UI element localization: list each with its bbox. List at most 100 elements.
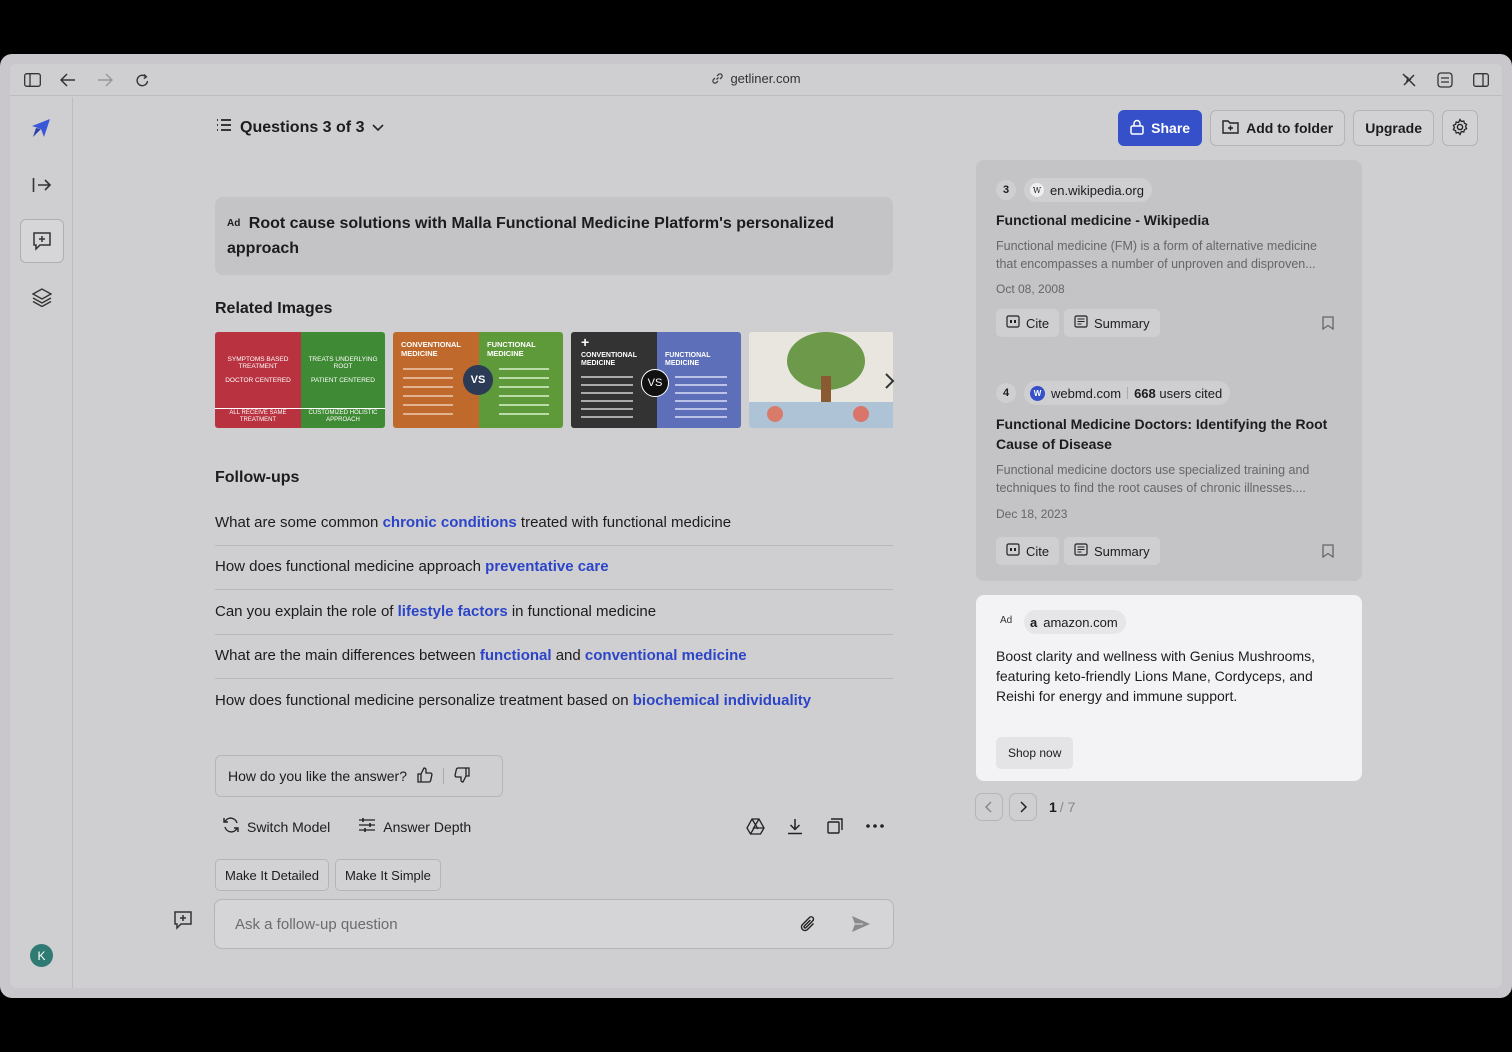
related-images-title: Related Images <box>215 300 333 317</box>
followup-text: in functional medicine <box>507 603 657 620</box>
questions-label: Questions 3 of 3 <box>240 118 365 136</box>
followup-item[interactable]: How does functional medicine personalize… <box>215 691 893 711</box>
cite-button[interactable]: Cite <box>996 537 1060 565</box>
divider <box>443 768 444 784</box>
make-detailed-button[interactable]: Make It Detailed <box>215 859 329 891</box>
followup-keyword: lifestyle factors <box>397 603 508 620</box>
split-view-icon[interactable] <box>1471 70 1491 90</box>
prev-page-button[interactable] <box>975 793 1003 821</box>
questions-dropdown[interactable]: Questions 3 of 3 <box>216 118 385 137</box>
followup-item[interactable]: Can you explain the role of lifestyle fa… <box>215 602 893 622</box>
layers-icon[interactable] <box>20 275 64 319</box>
followup-item[interactable]: How does functional medicine approach pr… <box>215 557 893 577</box>
upgrade-button[interactable]: Upgrade <box>1353 110 1434 146</box>
source-pager: 1 / 7 <box>975 793 1075 821</box>
copy-icon[interactable] <box>825 816 845 836</box>
thumbs-up-icon[interactable] <box>417 766 433 786</box>
ask-placeholder: Ask a follow-up question <box>235 915 398 933</box>
download-icon[interactable] <box>785 816 805 836</box>
followup-text: treated with functional medicine <box>516 514 732 531</box>
cite-label: Cite <box>1026 315 1050 331</box>
image-text: FUNCTIONAL MEDICINE <box>487 340 536 358</box>
wikipedia-favicon-icon: W <box>1030 183 1044 197</box>
browser-toolbar: getliner.com <box>10 64 1502 96</box>
gear-icon <box>1451 117 1469 139</box>
related-image[interactable]: + CONVENTIONAL MEDICINE FUNCTIONAL MEDIC… <box>571 332 741 428</box>
followup-text: Can you explain the role of <box>215 603 398 620</box>
related-image[interactable]: CONVENTIONAL MEDICINE FUNCTIONAL MEDICIN… <box>393 332 563 428</box>
source-title[interactable]: Functional Medicine Doctors: Identifying… <box>996 414 1336 454</box>
new-thread-icon[interactable] <box>20 219 64 263</box>
paperclip-icon[interactable] <box>800 915 816 937</box>
send-icon[interactable] <box>851 915 871 937</box>
summary-label: Summary <box>1094 315 1150 331</box>
extension-liner-icon[interactable] <box>1399 70 1419 90</box>
image-text: ALL RECEIVE SAME TREATMENT <box>229 410 287 423</box>
summary-button[interactable]: Summary <box>1064 537 1160 565</box>
followup-keyword: conventional medicine <box>584 647 747 664</box>
image-text: DOCTOR CENTERED <box>225 377 291 384</box>
followup-text: and <box>551 647 585 664</box>
answer-tools: Switch Model Answer Depth <box>222 816 471 837</box>
drive-upload-icon[interactable] <box>745 816 765 836</box>
share-button[interactable]: Share <box>1118 110 1203 146</box>
ad-domain[interactable]: a amazon.com <box>1024 610 1126 634</box>
shop-now-button[interactable]: Shop now <box>996 737 1074 769</box>
address-bar[interactable]: getliner.com <box>10 71 1502 88</box>
sliders-icon <box>358 817 376 836</box>
refresh-icon <box>222 816 240 837</box>
quote-icon <box>1006 543 1020 559</box>
chevron-right-icon[interactable] <box>884 372 896 395</box>
follow-up-input[interactable]: Ask a follow-up question <box>214 899 894 949</box>
cite-button[interactable]: Cite <box>996 309 1060 337</box>
rewrite-chips: Make It Detailed Make It Simple <box>215 859 441 891</box>
image-text: VS <box>463 365 493 395</box>
page-total: / 7 <box>1059 799 1076 815</box>
answer-depth-label: Answer Depth <box>383 818 472 835</box>
image-text: CONVENTIONAL MEDICINE <box>581 352 637 367</box>
ad-text: Boost clarity and wellness with Genius M… <box>996 648 1316 704</box>
divider <box>1127 387 1129 399</box>
quote-icon <box>1006 315 1020 331</box>
summary-button[interactable]: Summary <box>1064 309 1160 337</box>
source-domain[interactable]: W webmd.com 668 users cited <box>1024 381 1231 405</box>
sponsored-banner[interactable]: Ad Root cause solutions with Malla Funct… <box>215 197 893 275</box>
thumbs-down-icon[interactable] <box>454 766 470 786</box>
followup-item[interactable]: What are the main differences between fu… <box>215 646 893 666</box>
ad-tag: Ad <box>227 218 241 230</box>
upgrade-label: Upgrade <box>1365 120 1422 136</box>
source-description: Functional medicine (FM) is a form of al… <box>996 239 1317 271</box>
more-icon[interactable] <box>865 816 885 836</box>
next-page-button[interactable] <box>1009 793 1037 821</box>
source-title[interactable]: Functional medicine - Wikipedia <box>996 210 1336 230</box>
switch-model-button[interactable]: Switch Model <box>222 816 330 837</box>
related-image[interactable]: SYMPTOMS BASED TREATMENT DOCTOR CENTERED… <box>215 332 385 428</box>
sponsored-card[interactable]: Ad a amazon.com Boost clarity and wellne… <box>976 595 1362 781</box>
add-to-folder-button[interactable]: Add to folder <box>1210 110 1346 146</box>
liner-logo-icon[interactable] <box>20 107 64 151</box>
make-simple-button[interactable]: Make It Simple <box>334 859 441 891</box>
folder-plus-icon <box>1222 119 1239 137</box>
source-domain-text: webmd.com <box>1051 385 1122 401</box>
followups-title: Follow-ups <box>215 469 300 486</box>
expand-sidebar-icon[interactable] <box>20 163 64 207</box>
document-icon <box>1074 543 1088 559</box>
new-chat-icon[interactable] <box>173 910 193 935</box>
image-text: SYMPTOMS BASED TREATMENT <box>227 356 289 370</box>
bookmark-icon[interactable] <box>1322 316 1334 335</box>
answer-depth-button[interactable]: Answer Depth <box>358 816 471 837</box>
related-images-row: SYMPTOMS BASED TREATMENT DOCTOR CENTERED… <box>215 332 893 429</box>
source-domain[interactable]: W en.wikipedia.org <box>1024 178 1152 202</box>
followup-text: What are some common <box>215 514 383 531</box>
divider <box>215 678 893 679</box>
related-image[interactable] <box>749 332 893 428</box>
document-icon <box>1074 315 1088 331</box>
extension-icon[interactable] <box>1435 70 1455 90</box>
avatar[interactable]: K <box>30 944 53 967</box>
bookmark-icon[interactable] <box>1322 544 1334 563</box>
source-card[interactable]: 4 W webmd.com 668 users cited Functional… <box>976 365 1362 581</box>
source-date: Dec 18, 2023 <box>996 507 1068 521</box>
settings-button[interactable] <box>1442 110 1478 146</box>
source-description: Functional medicine doctors use speciali… <box>996 463 1310 495</box>
followup-item[interactable]: What are some common chronic conditions … <box>215 513 893 533</box>
